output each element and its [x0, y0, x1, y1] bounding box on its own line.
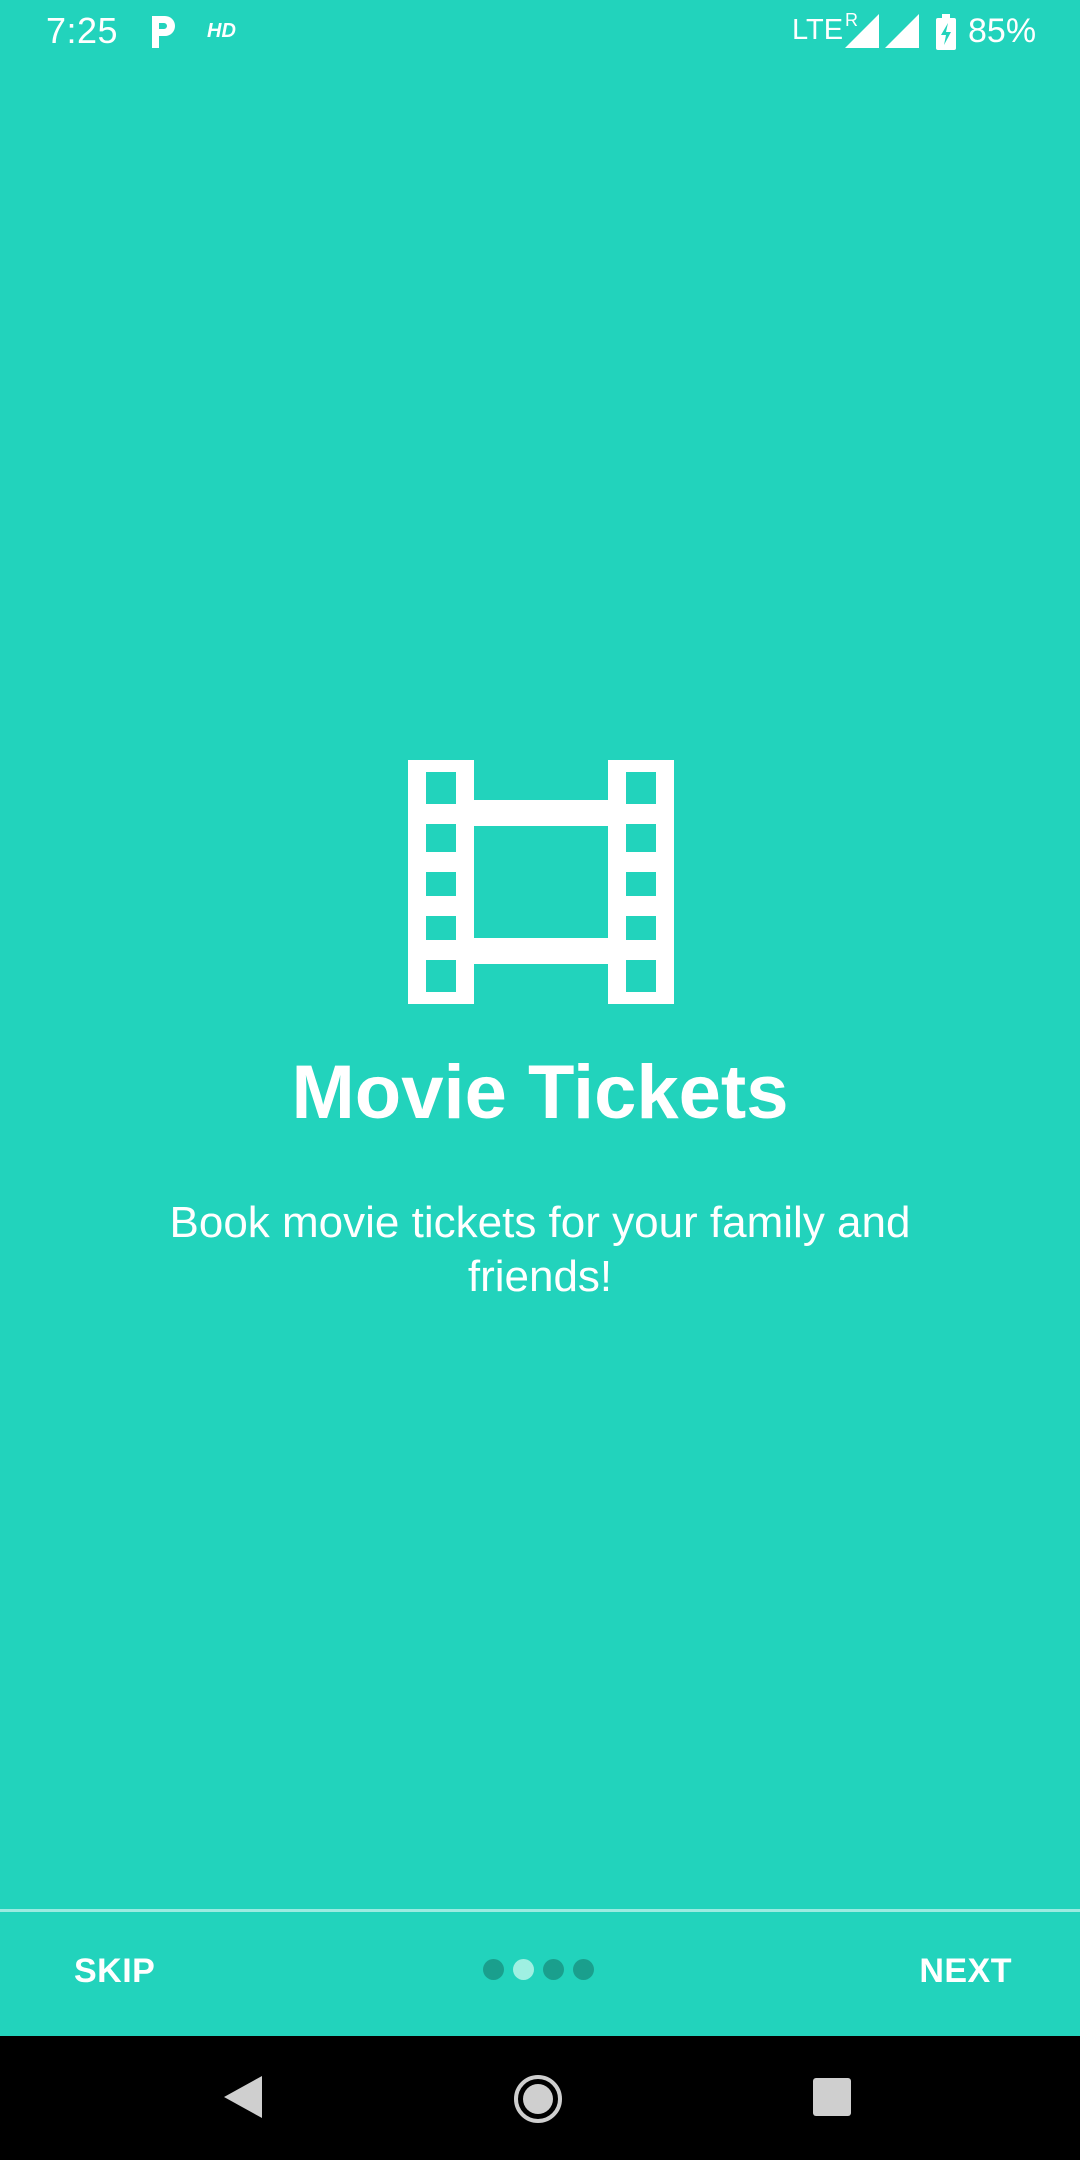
page-indicator — [483, 1959, 594, 1981]
network-type-label: LTE — [792, 14, 844, 46]
next-button[interactable]: NEXT — [919, 1952, 1012, 1991]
battery-percent: 85% — [968, 12, 1037, 50]
page-dot-active — [513, 1959, 534, 1980]
page-description: Book movie tickets for your family and f… — [169, 1198, 911, 1301]
page-title: Movie Tickets — [291, 1050, 789, 1135]
status-bar: 7:25 HD LTE R 85% — [0, 0, 1080, 64]
footer-divider — [0, 1909, 1080, 1912]
movie-film-icon — [408, 760, 674, 1004]
recents-icon[interactable] — [813, 2078, 851, 2116]
signal-icon — [885, 14, 919, 48]
hd-badge: HD — [207, 20, 236, 42]
status-time: 7:25 — [46, 10, 119, 51]
page-dot — [543, 1959, 564, 1980]
skip-button[interactable]: SKIP — [74, 1952, 155, 1991]
home-icon[interactable] — [513, 2074, 563, 2124]
navigation-bar — [0, 2036, 1080, 2160]
parking-p-icon — [152, 16, 175, 48]
page-dot — [573, 1959, 594, 1980]
signal-icon — [845, 14, 879, 48]
back-icon[interactable] — [222, 2074, 264, 2120]
page-dot — [483, 1959, 504, 1980]
battery-charging-icon — [936, 14, 956, 50]
